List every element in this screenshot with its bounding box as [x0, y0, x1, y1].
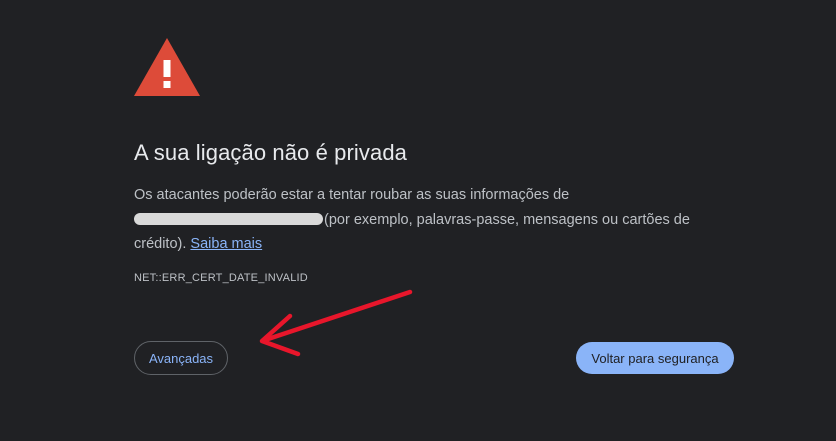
error-explanation: Os atacantes poderão estar a tentar roub…: [134, 183, 714, 257]
red-arrow-annotation: [259, 289, 413, 357]
advanced-button[interactable]: Avançadas: [134, 341, 228, 375]
privacy-error-page: A sua ligação não é privada Os atacantes…: [0, 0, 836, 441]
error-code: NET::ERR_CERT_DATE_INVALID: [134, 272, 308, 284]
learn-more-link[interactable]: Saiba mais: [190, 236, 262, 252]
redacted-site-name: [134, 212, 323, 225]
warning-icon: [134, 38, 200, 96]
back-to-safety-button[interactable]: Voltar para segurança: [576, 342, 734, 374]
page-title: A sua ligação não é privada: [134, 140, 408, 165]
explanation-text: Os atacantes poderão estar a tentar roub…: [134, 187, 570, 203]
